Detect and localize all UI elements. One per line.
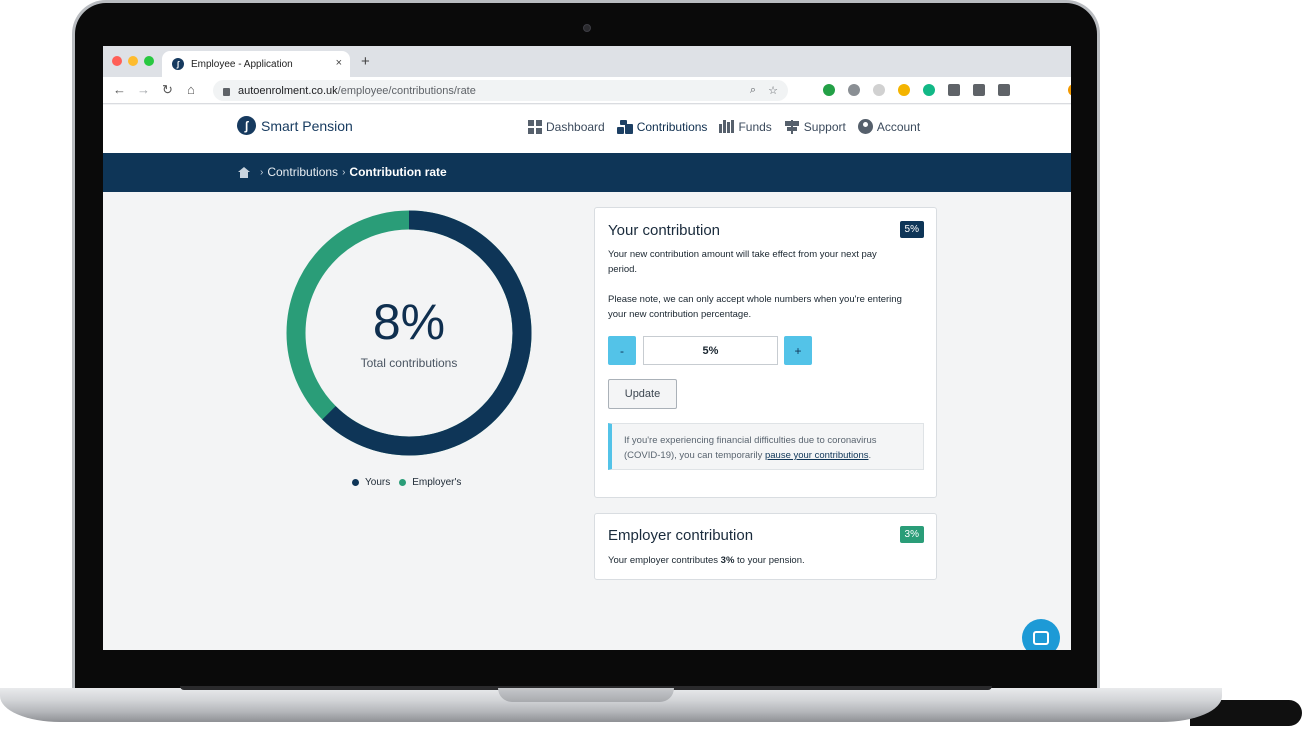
chat-icon [1033, 631, 1049, 645]
nav-account-label: Account [876, 119, 921, 134]
close-window-button[interactable] [112, 56, 122, 66]
favicon-icon: ʃ [172, 58, 184, 70]
tab-title: Employee - Application [191, 58, 293, 70]
legend-employer-label: Employer's [412, 477, 462, 488]
extension-icon[interactable] [873, 84, 885, 96]
brand-name: Smart Pension [261, 117, 353, 134]
extension-icon[interactable] [973, 84, 985, 96]
laptop-notch [498, 688, 674, 702]
legend-yours: Yours [352, 477, 390, 488]
home-icon[interactable] [238, 166, 250, 178]
maximize-window-button[interactable] [144, 56, 154, 66]
decrement-button[interactable]: - [608, 336, 636, 365]
url-input[interactable]: autoenrolment.co.uk /employee/contributi… [213, 80, 788, 101]
extension-icon[interactable] [823, 84, 835, 96]
back-icon[interactable]: ← [113, 82, 126, 98]
extension-icon[interactable] [848, 84, 860, 96]
lock-icon [223, 87, 230, 96]
browser-window: ʃ Employee - Application × + ← → ↻ ⌂ aut… [103, 46, 1071, 650]
employer-contribution-card: Employer contribution 3% Your employer c… [594, 513, 937, 580]
main-nav: Dashboard Contributions Funds Support Ac… [528, 119, 932, 134]
breadcrumb-bar: › Contributions › Contribution rate [103, 153, 1071, 192]
breadcrumb-current: Contribution rate [349, 165, 447, 179]
extension-icon[interactable] [923, 84, 935, 96]
increment-button[interactable]: + [784, 336, 812, 365]
legend-yours-dot [352, 479, 359, 486]
your-contribution-title: Your contribution [608, 222, 721, 239]
legend-yours-label: Yours [365, 477, 391, 488]
nav-support-label: Support [803, 119, 846, 134]
forward-icon[interactable]: → [137, 82, 150, 98]
your-contribution-badge: 5% [899, 221, 924, 238]
whole-numbers-note: Please note, we can only accept whole nu… [608, 294, 902, 320]
bookmark-star-icon[interactable]: ☆ [768, 84, 778, 97]
employer-contribution-badge: 3% [899, 526, 924, 543]
extension-icon[interactable] [948, 84, 960, 96]
breadcrumb-separator: › [342, 166, 346, 178]
contributions-donut: 8% Total contributions [286, 210, 532, 456]
extension-icon[interactable] [998, 84, 1010, 96]
tab-close-icon[interactable]: × [336, 57, 342, 69]
total-contribution-value: 8% [372, 294, 446, 350]
smart-pension-logo[interactable]: ʃ Smart Pension [237, 116, 353, 135]
breadcrumb-contributions[interactable]: Contributions [267, 165, 338, 179]
signpost-icon [784, 119, 800, 134]
nav-contributions-label: Contributions [636, 119, 708, 134]
browser-tab[interactable]: ʃ Employee - Application × [162, 51, 350, 77]
employer-contribution-title: Employer contribution [608, 527, 754, 544]
effect-note: Your new contribution amount will take e… [608, 249, 877, 275]
camera-icon [583, 24, 591, 32]
breadcrumb-separator: › [260, 166, 264, 178]
contribution-rate-input[interactable] [643, 336, 778, 365]
tab-bar: ʃ Employee - Application × + [103, 46, 1071, 77]
employer-text-pre: Your employer contributes [608, 555, 721, 566]
user-icon [857, 119, 873, 134]
new-tab-button[interactable]: + [361, 53, 370, 70]
reload-icon[interactable]: ↻ [162, 82, 173, 98]
extension-icon[interactable] [898, 84, 910, 96]
bar-chart-icon [719, 120, 735, 133]
address-bar: ← → ↻ ⌂ autoenrolment.co.uk /employee/co… [103, 77, 1071, 104]
donut-center: 8% Total contributions [286, 210, 532, 456]
nav-dashboard[interactable]: Dashboard [528, 119, 605, 134]
covid-notice: If you're experiencing financial difficu… [608, 423, 924, 470]
total-contribution-label: Total contributions [360, 356, 458, 370]
employer-text-post: to your pension. [734, 555, 805, 566]
legend-employer: Employer's [399, 477, 461, 488]
nav-funds[interactable]: Funds [719, 119, 772, 134]
extension-icon[interactable] [1068, 84, 1071, 96]
nav-dashboard-label: Dashboard [546, 119, 605, 134]
legend-employer-dot [399, 479, 407, 486]
url-path: /employee/contributions/rate [337, 84, 476, 97]
your-contribution-card: Your contribution 5% Your new contributi… [594, 207, 937, 498]
nav-support[interactable]: Support [784, 119, 846, 134]
url-host: autoenrolment.co.uk [238, 84, 338, 97]
employer-rate-value: 3% [720, 555, 735, 566]
nav-contributions[interactable]: Contributions [616, 119, 708, 134]
breadcrumb: › Contributions › Contribution rate [238, 165, 447, 179]
update-button[interactable]: Update [608, 379, 677, 409]
covid-notice-text: If you're experiencing financial difficu… [624, 433, 914, 463]
grid-icon [528, 119, 542, 134]
chat-button[interactable] [1022, 619, 1060, 650]
pause-contributions-link[interactable]: pause your contributions [765, 450, 869, 461]
covid-notice-end: . [868, 450, 872, 461]
app-header: ʃ Smart Pension Dashboard Contributions [103, 105, 1071, 153]
search-icon[interactable]: ⌕ [750, 84, 756, 97]
chart-legend: Yours Employer's [352, 477, 470, 488]
nav-funds-label: Funds [738, 119, 772, 134]
employer-contribution-text: Your employer contributes 3% to your pen… [608, 553, 928, 568]
coins-icon [616, 119, 633, 134]
home-button-icon[interactable]: ⌂ [187, 82, 195, 98]
logo-icon: ʃ [237, 116, 256, 135]
nav-account[interactable]: Account [857, 119, 921, 134]
minimize-window-button[interactable] [128, 56, 138, 66]
